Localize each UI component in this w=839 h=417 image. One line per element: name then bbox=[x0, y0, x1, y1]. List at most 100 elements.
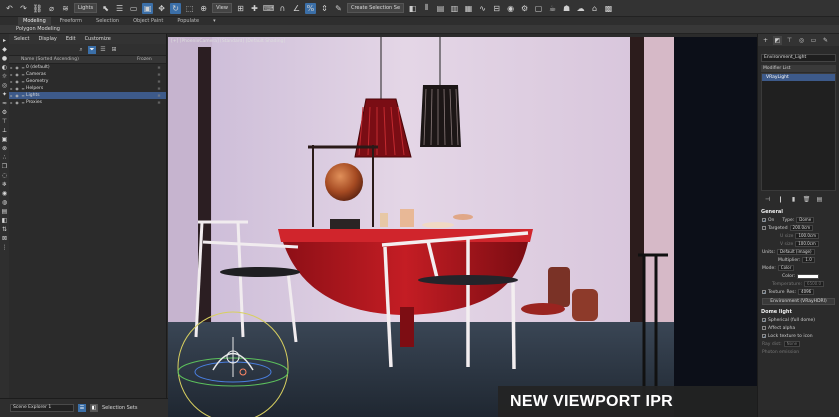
rectangular-selection-icon[interactable]: ▭ bbox=[128, 3, 139, 14]
xref-icon[interactable]: ⊗ bbox=[2, 146, 8, 152]
ribbon-options-icon[interactable]: ▾ bbox=[208, 17, 221, 25]
targeted-checkbox[interactable] bbox=[762, 226, 766, 230]
a360-gallery-icon[interactable]: ⌂ bbox=[589, 3, 600, 14]
material-editor-icon[interactable]: ◉ bbox=[505, 3, 516, 14]
snaps-toggle-icon[interactable]: ∩ bbox=[277, 3, 288, 14]
freeze-icon[interactable]: ❄ bbox=[152, 65, 166, 70]
bone-icon[interactable]: ⟂ bbox=[2, 128, 8, 134]
options-icon[interactable]: ⋮ bbox=[2, 245, 8, 251]
freeze-icon[interactable]: ❄ bbox=[152, 93, 166, 98]
curve-editor-icon[interactable]: ∿ bbox=[477, 3, 488, 14]
freeze-icon[interactable]: ❄ bbox=[152, 79, 166, 84]
ribbon-panel-label[interactable]: Polygon Modeling bbox=[0, 25, 839, 34]
sphere-icon[interactable]: ◉ bbox=[2, 191, 8, 197]
geometry-icon[interactable]: ● bbox=[2, 56, 8, 62]
render-setup-icon[interactable]: ⚙ bbox=[519, 3, 530, 14]
create-icon[interactable]: ▸ bbox=[2, 38, 8, 44]
toggle-scene-explorer-icon[interactable]: ▤ bbox=[435, 3, 446, 14]
layer-row-lights[interactable]: ▸ ◉ ≡ Lights ❄ bbox=[9, 92, 166, 99]
edit-named-selection-icon[interactable]: ✎ bbox=[333, 3, 344, 14]
scene-explorer-name-dropdown[interactable]: Scene Explorer 1 bbox=[10, 404, 74, 412]
toggle-ribbon-icon[interactable]: ▦ bbox=[463, 3, 474, 14]
viewport-perspective[interactable]: [+] [PhoenixCamera] [Standard] [Default … bbox=[168, 37, 757, 417]
render-iterative-icon[interactable]: ☗ bbox=[561, 3, 572, 14]
freeze-icon[interactable]: ❄ bbox=[152, 86, 166, 91]
hierarchy-icon[interactable]: ⊤ bbox=[2, 119, 8, 125]
lock-icon[interactable]: ⊠ bbox=[2, 236, 8, 242]
shape-icon[interactable]: ◐ bbox=[2, 65, 8, 71]
layer-explorer-icon[interactable]: ▥ bbox=[449, 3, 460, 14]
vray-frame-buffer-icon[interactable]: ▩ bbox=[603, 3, 614, 14]
display-tab-icon[interactable]: ▭ bbox=[809, 36, 818, 45]
named-selection-dropdown[interactable]: Create Selection Se bbox=[346, 3, 405, 13]
mirror-icon[interactable]: ◧ bbox=[407, 3, 418, 14]
freeze-icon[interactable]: ❄ bbox=[152, 100, 166, 105]
freeze-icon[interactable]: ❄ bbox=[152, 72, 166, 77]
layer-row-helpers[interactable]: ▸ ◉ ≡ Helpers ❄ bbox=[9, 85, 166, 92]
texture-checkbox[interactable]: ✓ bbox=[762, 290, 766, 295]
search-icon[interactable]: ⌕ bbox=[77, 46, 85, 54]
hierarchy-tab-icon[interactable]: ⊤ bbox=[785, 36, 794, 45]
layer-list-icon[interactable]: ☰ bbox=[78, 404, 86, 412]
particle-icon[interactable]: ∴ bbox=[2, 155, 8, 161]
window-crossing-icon[interactable]: ▣ bbox=[142, 2, 154, 14]
move-icon[interactable]: ✥ bbox=[156, 3, 167, 14]
camera-icon[interactable]: ◎ bbox=[2, 83, 8, 89]
mode-dropdown[interactable]: Color bbox=[777, 265, 795, 271]
v-size-spinner[interactable]: 100.0cm bbox=[795, 241, 819, 247]
select-manipulate-icon[interactable]: ✚ bbox=[249, 3, 260, 14]
lock-texture-checkbox[interactable]: ✓ bbox=[762, 334, 766, 339]
selection-sets-icon[interactable]: ◧ bbox=[90, 404, 98, 412]
modify-tab-icon[interactable]: ◩ bbox=[773, 35, 782, 45]
helper-icon[interactable]: ✦ bbox=[2, 92, 8, 98]
res-spinner[interactable]: 4096 bbox=[798, 289, 815, 295]
display-all-icon[interactable]: ▤ bbox=[2, 209, 8, 215]
link-icon[interactable]: ⛓ bbox=[32, 3, 43, 14]
tab-populate[interactable]: Populate bbox=[172, 17, 204, 25]
light-icon[interactable]: ☼ bbox=[2, 74, 8, 80]
selection-filter-dropdown[interactable]: Lights bbox=[74, 3, 98, 13]
invert-display-icon[interactable]: ◧ bbox=[2, 218, 8, 224]
percent-snap-icon[interactable]: % bbox=[304, 2, 316, 14]
remove-modifier-icon[interactable]: 🗑 bbox=[802, 195, 811, 204]
u-size-spinner[interactable]: 100.0cm bbox=[795, 233, 819, 239]
column-frozen[interactable]: Frozen bbox=[137, 57, 152, 62]
utilities-tab-icon[interactable]: ✎ bbox=[821, 36, 830, 45]
group-icon[interactable]: ❐ bbox=[2, 164, 8, 170]
hidden-icon[interactable]: ◌ bbox=[2, 173, 8, 179]
make-unique-icon[interactable]: ▮ bbox=[789, 195, 798, 204]
targeted-spinner[interactable]: 200.0cm bbox=[789, 225, 814, 231]
object-name-field[interactable]: Environment_Light bbox=[761, 54, 836, 62]
color-swatch[interactable] bbox=[797, 273, 820, 279]
spinner-snap-icon[interactable]: ⇕ bbox=[319, 3, 330, 14]
on-checkbox[interactable]: ✓ bbox=[762, 218, 766, 223]
render-production-icon[interactable]: ☕ bbox=[547, 3, 558, 14]
container-icon[interactable]: ▣ bbox=[2, 137, 8, 143]
menu-edit[interactable]: Edit bbox=[66, 36, 76, 42]
pin-stack-icon[interactable]: ⊣ bbox=[763, 195, 772, 204]
frozen-icon[interactable]: ❄ bbox=[2, 182, 8, 188]
systems-icon[interactable]: ⚙ bbox=[2, 110, 8, 116]
show-end-result-icon[interactable]: ❙ bbox=[776, 195, 785, 204]
type-dropdown[interactable]: Dome bbox=[796, 217, 815, 223]
viewport-label-menu[interactable]: [+] [PhoenixCamera] [Standard] [Default … bbox=[171, 39, 285, 44]
torus-icon[interactable]: ◍ bbox=[2, 200, 8, 206]
unlink-icon[interactable]: ⌀ bbox=[46, 3, 57, 14]
rendered-frame-window-icon[interactable]: ▢ bbox=[533, 3, 544, 14]
affect-alpha-checkbox[interactable] bbox=[762, 326, 766, 330]
rotate-icon[interactable]: ↻ bbox=[170, 2, 182, 14]
layer-row-proxies[interactable]: ▸ ◉ ≡ Proxies ❄ bbox=[9, 99, 166, 106]
angle-snap-icon[interactable]: ∠ bbox=[291, 3, 302, 14]
spacewarp-icon[interactable]: ≈ bbox=[2, 101, 8, 107]
menu-display[interactable]: Display bbox=[38, 36, 56, 42]
layer-row-geometry[interactable]: ▸ ◉ ≡ Geometry ❄ bbox=[9, 78, 166, 85]
placement-icon[interactable]: ⊕ bbox=[198, 3, 209, 14]
pivot-center-icon[interactable]: ⊞ bbox=[235, 3, 246, 14]
modifier-list-dropdown[interactable]: Modifier List bbox=[761, 65, 836, 72]
motion-tab-icon[interactable]: ◎ bbox=[797, 36, 806, 45]
temperature-spinner[interactable]: 6500.0 bbox=[804, 281, 825, 287]
filter-funnel-icon[interactable]: ⏷ bbox=[88, 45, 96, 54]
create-tab-icon[interactable]: + bbox=[761, 36, 770, 45]
multiplier-spinner[interactable]: 1.0 bbox=[802, 257, 815, 263]
menu-customize[interactable]: Customize bbox=[85, 36, 111, 42]
